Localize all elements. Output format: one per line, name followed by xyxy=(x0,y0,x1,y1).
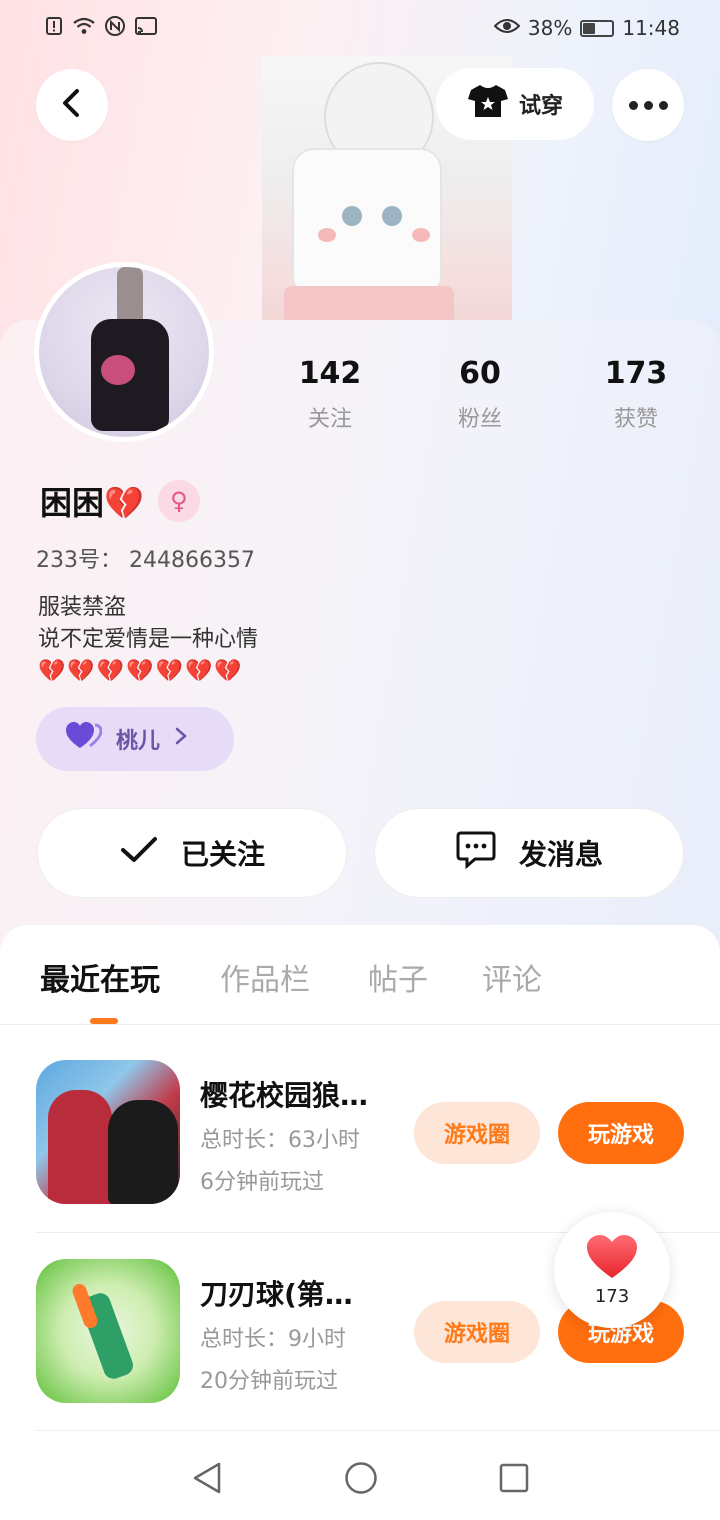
more-dots-icon xyxy=(628,100,668,110)
purple-heart-icon xyxy=(66,722,103,756)
tab-recently-played[interactable]: 最近在玩 xyxy=(40,955,160,999)
followed-button[interactable]: 已关注 xyxy=(37,808,347,898)
battery-percent: 38% xyxy=(527,16,573,40)
chat-bubble-icon xyxy=(455,830,497,877)
game-icon[interactable] xyxy=(36,1259,180,1403)
game-icon[interactable] xyxy=(36,1060,180,1204)
game-last-played: 6分钟前玩过 xyxy=(200,1170,324,1195)
alert-icon xyxy=(44,16,64,41)
tab-works[interactable]: 作品栏 xyxy=(220,955,310,999)
bio-line: 服装禁盗 xyxy=(38,595,127,620)
status-icons-right: 38% 11:48 xyxy=(493,16,680,40)
female-gender-icon: ♀ xyxy=(157,480,200,522)
user-name: 困困💔 xyxy=(40,484,144,522)
play-game-button[interactable]: 玩游戏 xyxy=(558,1102,684,1164)
battery-icon xyxy=(580,19,615,37)
name-row: 困困💔 ♀ xyxy=(40,478,200,524)
game-circle-button[interactable]: 游戏圈 xyxy=(414,1301,540,1363)
status-bar: 38% 11:48 xyxy=(0,0,720,56)
game-duration: 总时长：63小时 xyxy=(200,1128,360,1153)
tag-label: 桃儿 xyxy=(116,729,161,754)
game-last-played: 20分钟前玩过 xyxy=(200,1369,338,1394)
content-panel: 最近在玩 作品栏 帖子 评论 樱花校园狼… 总时长：63小时 6分钟前玩过 游戏… xyxy=(0,925,720,1440)
check-icon xyxy=(119,835,159,872)
nfc-icon xyxy=(104,15,126,42)
nav-home-icon[interactable] xyxy=(344,1461,378,1499)
status-icons-left xyxy=(44,15,158,42)
send-message-label: 发消息 xyxy=(518,838,603,871)
wifi-icon xyxy=(72,16,96,41)
back-arrow-icon xyxy=(59,88,85,122)
avatar[interactable] xyxy=(34,262,214,442)
stat-followers[interactable]: 60 粉丝 xyxy=(420,356,540,433)
cast-icon xyxy=(134,16,158,41)
send-message-button[interactable]: 发消息 xyxy=(374,808,684,898)
stat-likes-label: 获赞 xyxy=(613,407,658,432)
bio-line: 说不定爱情是一种心情 xyxy=(38,627,259,652)
tab-comments[interactable]: 评论 xyxy=(482,955,542,999)
stat-followers-label: 粉丝 xyxy=(457,407,502,432)
red-heart-icon xyxy=(586,1234,638,1284)
system-navigation-bar xyxy=(0,1440,720,1520)
user-id: 233号： 244866357 xyxy=(36,548,255,573)
nav-back-icon[interactable] xyxy=(191,1461,223,1499)
nav-recents-icon[interactable] xyxy=(499,1463,529,1497)
stat-following-label: 关注 xyxy=(307,407,352,432)
game-title: 刀刃球(第… xyxy=(200,1278,353,1311)
tab-posts[interactable]: 帖子 xyxy=(368,955,428,999)
game-list-item[interactable]: 樱花校园狼… 总时长：63小时 6分钟前玩过 游戏圈 玩游戏 xyxy=(0,1060,720,1230)
row-divider xyxy=(36,1430,720,1431)
game-duration: 总时长：9小时 xyxy=(200,1327,346,1352)
more-options-button[interactable] xyxy=(612,69,684,141)
try-on-button[interactable]: 试穿 xyxy=(436,68,594,140)
game-circle-button[interactable]: 游戏圈 xyxy=(414,1102,540,1164)
try-on-label: 试穿 xyxy=(518,94,563,119)
stat-followers-count: 60 xyxy=(459,356,501,391)
relationship-tag-button[interactable]: 桃儿 xyxy=(36,707,234,771)
profile-tabs: 最近在玩 作品栏 帖子 评论 xyxy=(0,955,720,1025)
like-floating-button[interactable]: 173 xyxy=(554,1212,670,1328)
stat-following[interactable]: 142 关注 xyxy=(270,356,390,433)
like-count: 173 xyxy=(594,1285,630,1307)
followed-label: 已关注 xyxy=(180,838,265,871)
stat-likes-count: 173 xyxy=(604,356,668,391)
tshirt-icon xyxy=(467,83,509,125)
bio-hearts: 💔💔💔💔💔💔💔 xyxy=(38,659,244,684)
back-button[interactable] xyxy=(36,69,108,141)
stat-likes[interactable]: 173 获赞 xyxy=(576,356,696,433)
stat-following-count: 142 xyxy=(298,356,362,391)
eye-comfort-icon xyxy=(493,17,521,40)
clock-time: 11:48 xyxy=(622,16,680,40)
tabs-divider xyxy=(0,1024,720,1025)
game-title: 樱花校园狼… xyxy=(200,1079,369,1112)
user-bio: 服装禁盗 说不定爱情是一种心情 💔💔💔💔💔💔💔 xyxy=(38,592,258,688)
chevron-right-icon xyxy=(174,726,188,752)
